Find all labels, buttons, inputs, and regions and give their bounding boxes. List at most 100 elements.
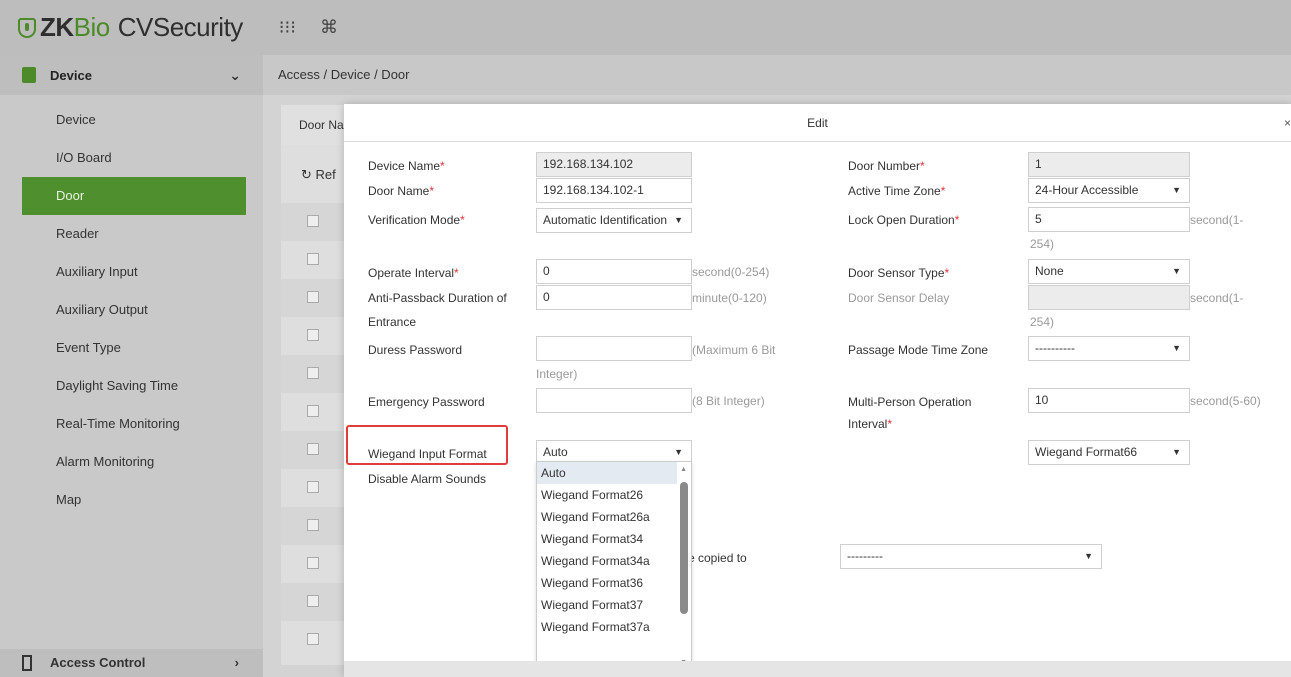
operate-interval-label: Operate Interval* [368,266,459,280]
lock-open-duration-label: Lock Open Duration* [848,213,960,227]
row-checkbox[interactable] [307,595,319,607]
row-checkbox[interactable] [307,519,319,531]
door-name-field[interactable]: 192.168.134.102-1 [536,178,692,203]
door-icon [22,655,32,671]
row-checkbox[interactable] [307,215,319,227]
emergency-password-field[interactable] [536,388,692,413]
copied-to-label: e copied to [688,551,747,565]
scroll-up-icon[interactable]: ▲ [680,466,687,473]
dropdown-option[interactable]: Wiegand Format37a [537,616,677,638]
sidebar-footer-label: Access Control [50,655,146,670]
duress-password-hint-line2: Integer) [536,367,578,381]
multi-person-label-line1: Multi-Person Operation [848,395,972,409]
row-checkbox[interactable] [307,405,319,417]
row-checkbox[interactable] [307,329,319,341]
wiegand-input-format-dropdown[interactable]: Auto Wiegand Format26 Wiegand Format26a … [536,461,692,669]
lock-open-duration-hint-line2: 254) [1030,237,1055,251]
verification-mode-label: Verification Mode* [368,213,465,227]
emergency-password-hint: (8 Bit Integer) [692,394,765,408]
dropdown-option[interactable]: Auto [537,462,677,484]
multi-person-label-line2: Interval* [848,417,893,431]
wiegand-output-format-value: Wiegand Format66 [1035,445,1138,459]
sidebar-item-reader[interactable]: Reader [0,215,246,253]
sidebar-item-device[interactable]: Device [0,101,246,139]
sidebar-item-io-board[interactable]: I/O Board [0,139,246,177]
sidebar-section-access-control[interactable]: Access Control › [0,649,263,677]
row-checkbox[interactable] [307,557,319,569]
filter-label: Door Na [299,118,344,132]
duress-password-label: Duress Password [368,343,463,357]
sidebar-item-realtime-monitoring[interactable]: Real-Time Monitoring [0,405,246,443]
lock-open-duration-field[interactable]: 5 [1028,207,1190,232]
edit-door-dialog: Edit × Device Name* 192.168.134.102 Door… [344,104,1291,677]
breadcrumb: Access / Device / Door [263,55,1291,95]
verification-mode-select[interactable]: Automatic Identification ▼ [536,208,692,233]
sidebar-item-auxiliary-input[interactable]: Auxiliary Input [0,253,246,291]
duress-password-field[interactable] [536,336,692,361]
chevron-right-icon: › [234,655,239,670]
door-sensor-type-select[interactable]: None ▼ [1028,259,1190,284]
operate-interval-field[interactable]: 0 [536,259,692,284]
sidebar-item-auxiliary-output[interactable]: Auxiliary Output [0,291,246,329]
apps-grid-icon[interactable]: ⁝⁝⁝ [279,17,296,38]
door-sensor-type-value: None [1035,264,1064,278]
dropdown-scrollbar[interactable] [680,482,688,614]
sidebar-item-map[interactable]: Map [0,481,246,519]
dialog-footer [344,661,1291,677]
dropdown-option[interactable]: Wiegand Format37 [537,594,677,616]
refresh-label: Ref [315,167,336,182]
passage-mode-time-zone-label: Passage Mode Time Zone [848,343,989,357]
command-icon[interactable]: ⌘ [320,17,338,38]
app-logo[interactable]: ZK Bio CVSecurity [18,12,243,43]
active-time-zone-value: 24-Hour Accessible [1035,183,1139,197]
brand-bio: Bio [73,12,111,42]
verification-mode-value: Automatic Identification [543,213,668,227]
row-checkbox[interactable] [307,481,319,493]
disable-alarm-sounds-label: Disable Alarm Sounds [368,472,487,486]
caret-down-icon: ▼ [1172,447,1181,457]
sidebar: Device ⌄ Device I/O Board Door Reader Au… [0,55,263,677]
door-sensor-delay-field [1028,285,1190,310]
shield-logo-icon [18,17,36,38]
dropdown-option[interactable]: Wiegand Format34a [537,550,677,572]
brand-name: CVSecurity [117,12,244,42]
anti-passback-label-line1: Anti-Passback Duration of [368,291,507,305]
duress-password-hint-line1: (Maximum 6 Bit [692,343,776,357]
dropdown-option[interactable]: Wiegand Format26 [537,484,677,506]
row-checkbox[interactable] [307,253,319,265]
dropdown-option[interactable]: Wiegand Format26a [537,506,677,528]
active-time-zone-label: Active Time Zone* [848,184,946,198]
row-checkbox[interactable] [307,443,319,455]
door-number-field: 1 [1028,152,1190,177]
refresh-button[interactable]: ↻ Ref [301,167,336,183]
dropdown-option[interactable]: Wiegand Format36 [537,572,677,594]
close-icon[interactable]: × [1284,116,1291,130]
multi-person-hint: second(5-60) [1190,394,1261,408]
row-checkbox[interactable] [307,633,319,645]
sidebar-item-door[interactable]: Door [22,177,246,215]
row-checkbox[interactable] [307,367,319,379]
sidebar-item-alarm-monitoring[interactable]: Alarm Monitoring [0,443,246,481]
copied-to-select[interactable]: --------- ▼ [840,544,1102,569]
chevron-down-icon: ⌄ [229,66,241,83]
passage-mode-time-zone-select[interactable]: ---------- ▼ [1028,336,1190,361]
multi-person-interval-field[interactable]: 10 [1028,388,1190,413]
active-time-zone-select[interactable]: 24-Hour Accessible ▼ [1028,178,1190,203]
door-sensor-delay-label: Door Sensor Delay [848,291,950,305]
sidebar-section-device[interactable]: Device ⌄ [0,55,263,95]
dialog-title: Edit [344,104,1291,142]
sidebar-section-label: Device [50,67,92,83]
anti-passback-hint: minute(0-120) [692,291,767,305]
sidebar-item-event-type[interactable]: Event Type [0,329,246,367]
door-number-label: Door Number* [848,159,925,173]
anti-passback-field[interactable]: 0 [536,285,692,310]
refresh-icon: ↻ [301,167,316,182]
dropdown-option[interactable]: Wiegand Format34 [537,528,677,550]
caret-down-icon: ▼ [1172,266,1181,276]
copied-to-value: --------- [847,549,883,563]
wiegand-input-format-label: Wiegand Input Format [368,447,487,461]
wiegand-output-format-select[interactable]: Wiegand Format66 ▼ [1028,440,1190,465]
sidebar-item-daylight-saving[interactable]: Daylight Saving Time [0,367,246,405]
row-checkbox[interactable] [307,291,319,303]
door-sensor-delay-hint-line1: second(1- [1190,291,1244,305]
